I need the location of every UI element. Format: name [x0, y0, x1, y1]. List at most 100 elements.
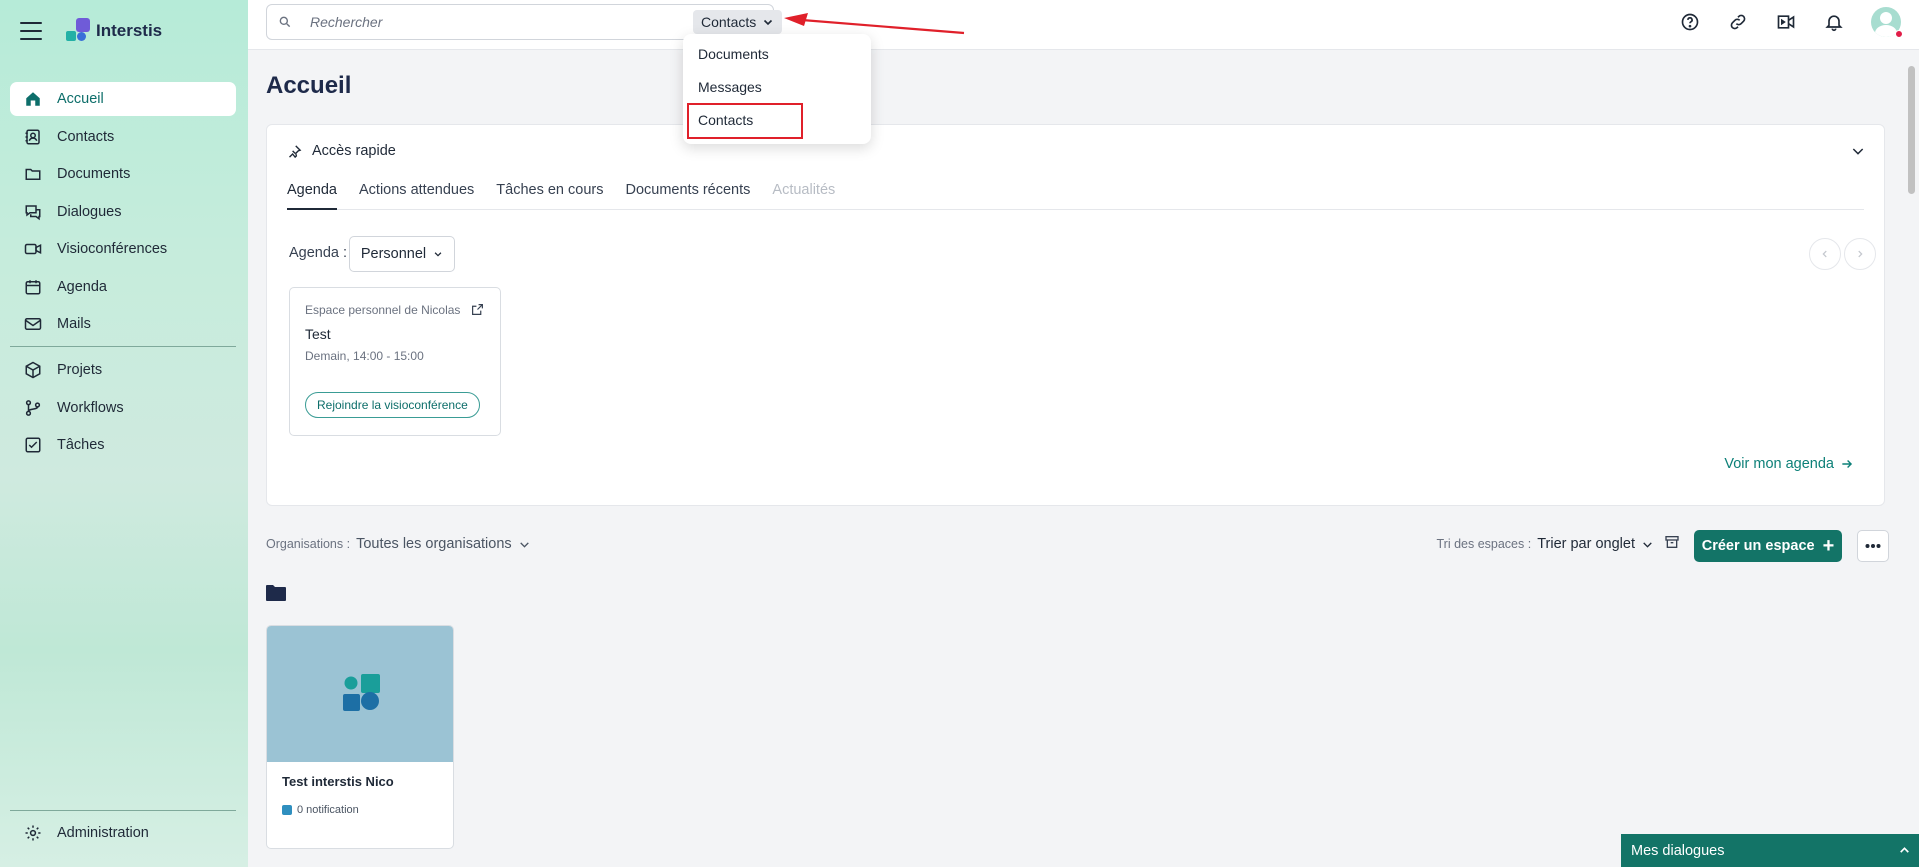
video-icon	[23, 239, 43, 259]
sidebar-nav: Accueil Contacts Documents Dialogues Vis…	[10, 82, 236, 466]
sidebar-item-accueil[interactable]: Accueil	[10, 82, 236, 116]
org-select[interactable]: Toutes les organisations	[356, 536, 512, 552]
sort-select[interactable]: Trier par onglet	[1537, 536, 1635, 552]
scope-option-documents[interactable]: Documents	[698, 46, 769, 62]
tab-agenda[interactable]: Agenda	[287, 175, 337, 210]
chevron-down-icon[interactable]	[1641, 538, 1654, 551]
space-name: Test interstis Nico	[282, 774, 394, 789]
external-link-icon[interactable]	[471, 303, 484, 316]
agenda-event-card[interactable]: Espace personnel de Nicolas Test Demain,…	[289, 287, 501, 436]
sidebar-item-agenda[interactable]: Agenda	[10, 270, 236, 304]
sidebar-item-label: Mails	[57, 316, 91, 332]
archive-icon[interactable]	[1664, 534, 1680, 550]
sidebar-item-label: Workflows	[57, 399, 124, 416]
chevron-down-icon	[434, 252, 442, 257]
chevron-down-icon[interactable]	[1850, 143, 1866, 159]
see-agenda-link[interactable]: Voir mon agenda	[1724, 456, 1854, 472]
mail-icon	[23, 314, 43, 334]
search-scope-label: Contacts	[701, 14, 757, 30]
tab-actions-attendues[interactable]: Actions attendues	[359, 175, 474, 210]
gear-icon	[23, 823, 43, 843]
quick-access-tabs: Agenda Actions attendues Tâches en cours…	[287, 175, 1864, 210]
bell-icon[interactable]	[1823, 11, 1845, 33]
search-icon	[279, 16, 291, 28]
tab-taches-en-cours[interactable]: Tâches en cours	[496, 175, 603, 210]
sidebar-item-mails[interactable]: Mails	[10, 307, 236, 341]
search-scope-select[interactable]: Contacts	[693, 10, 783, 34]
sidebar-item-contacts[interactable]: Contacts	[10, 120, 236, 154]
sort-label: Tri des espaces :	[1436, 537, 1532, 551]
sidebar-item-projets[interactable]: Projets	[10, 353, 236, 387]
arrow-right-icon	[1842, 460, 1853, 468]
plus-icon: +	[1822, 535, 1835, 557]
dialogs-bar[interactable]: Mes dialogues	[1621, 834, 1919, 867]
chat-icon	[23, 202, 43, 222]
chevron-up-icon	[1900, 847, 1909, 853]
sidebar-item-workflows[interactable]: Workflows	[10, 391, 236, 425]
sidebar-item-label: Visioconférences	[57, 241, 168, 257]
sidebar-item-administration[interactable]: Administration	[10, 816, 236, 850]
space-notification: 0 notification	[282, 804, 359, 816]
sidebar-item-label: Contacts	[57, 128, 115, 145]
logo-icon	[66, 18, 92, 44]
search-input[interactable]	[310, 14, 650, 30]
prev-button[interactable]	[1809, 238, 1841, 270]
presence-badge	[1895, 30, 1903, 38]
home-icon	[23, 89, 43, 109]
dialogs-bar-label: Mes dialogues	[1631, 842, 1725, 859]
more-options-button[interactable]	[1857, 530, 1889, 562]
chevron-down-icon	[764, 19, 773, 26]
sidebar-item-label: Documents	[57, 166, 131, 182]
notification-square-icon	[282, 805, 292, 815]
scope-option-messages[interactable]: Messages	[698, 79, 762, 95]
org-label: Organisations :	[266, 537, 351, 551]
organisation-filter: Organisations : Toutes les organisations	[266, 536, 531, 552]
quick-access-title: Accès rapide	[312, 143, 396, 159]
space-card[interactable]: Test interstis Nico 0 notification	[266, 625, 454, 849]
chevron-down-icon[interactable]	[518, 538, 531, 551]
notification-count: 0 notification	[297, 804, 359, 816]
menu-icon[interactable]	[20, 22, 42, 40]
search-scope-menu: Documents Messages Contacts	[683, 34, 871, 144]
app-logo[interactable]: Interstis	[66, 18, 162, 44]
sidebar-item-label: Projets	[57, 362, 103, 378]
event-time: Demain, 14:00 - 15:00	[305, 349, 424, 363]
create-space-button[interactable]: Créer un espace +	[1694, 530, 1842, 562]
sidebar-item-label: Accueil	[57, 91, 104, 107]
event-title: Test	[305, 326, 331, 342]
space-logo-icon	[343, 674, 380, 711]
chevron-right-icon	[1858, 250, 1863, 258]
agenda-label: Agenda :	[289, 245, 348, 261]
tab-actualites[interactable]: Actualités	[772, 175, 835, 210]
sidebar-item-documents[interactable]: Documents	[10, 157, 236, 191]
sidebar-item-visioconferences[interactable]: Visioconférences	[10, 232, 236, 266]
quick-access-header[interactable]: Accès rapide	[287, 143, 396, 159]
topbar-actions	[1679, 0, 1919, 44]
annotation-arrow	[784, 13, 965, 35]
agenda-select[interactable]: Personnel	[349, 236, 455, 272]
video-share-icon[interactable]	[1775, 11, 1797, 33]
help-icon[interactable]	[1679, 11, 1701, 33]
sidebar-item-label: Tâches	[57, 437, 105, 453]
scrollbar[interactable]	[1905, 56, 1917, 867]
event-space: Espace personnel de Nicolas	[305, 303, 461, 317]
folder-icon	[23, 164, 43, 184]
nav-divider	[10, 346, 236, 347]
see-agenda-label: Voir mon agenda	[1724, 456, 1834, 472]
sidebar-item-taches[interactable]: Tâches	[10, 428, 236, 462]
quick-access-card: Accès rapide Agenda Actions attendues Tâ…	[266, 124, 1885, 506]
link-icon[interactable]	[1727, 11, 1749, 33]
more-horizontal-icon	[1865, 544, 1881, 548]
main-content: Accueil Accès rapide Agenda Actions atte…	[248, 50, 1904, 867]
sidebar: Interstis Accueil Contacts Documents Dia…	[0, 0, 248, 867]
scrollbar-thumb[interactable]	[1908, 66, 1915, 194]
page-title: Accueil	[266, 72, 352, 99]
nav-divider	[10, 810, 236, 811]
tab-documents-recents[interactable]: Documents récents	[625, 175, 750, 210]
join-video-button[interactable]: Rejoindre la visioconférence	[305, 392, 480, 418]
calendar-icon	[23, 277, 43, 297]
sidebar-item-dialogues[interactable]: Dialogues	[10, 195, 236, 229]
topbar: Contacts	[248, 0, 1919, 50]
sidebar-item-label: Dialogues	[57, 203, 122, 220]
next-button[interactable]	[1844, 238, 1876, 270]
